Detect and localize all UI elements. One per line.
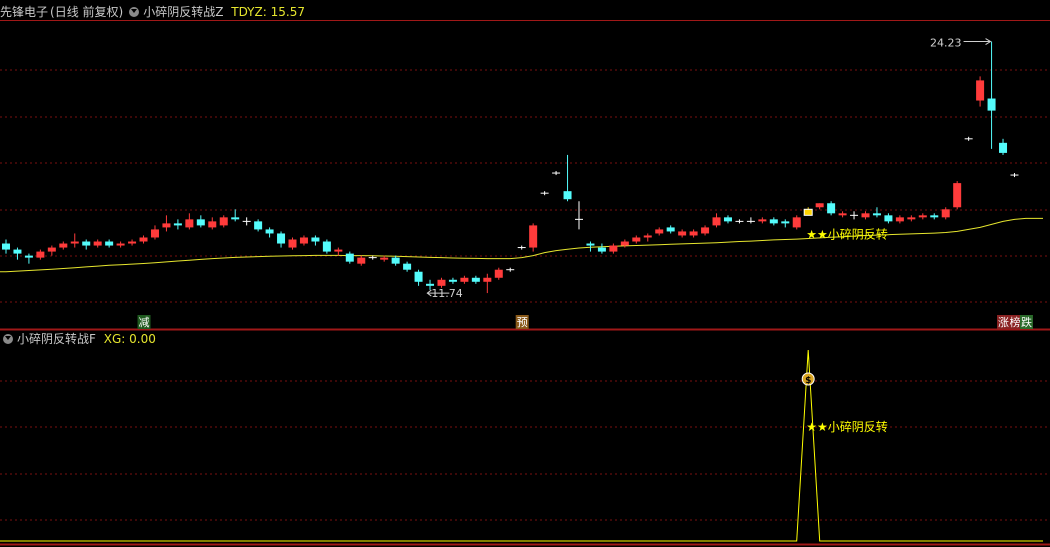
- candle-body: [185, 219, 194, 228]
- candle-body: [838, 213, 847, 216]
- candle-body: [792, 217, 801, 228]
- candle-body: [208, 221, 217, 228]
- marker-label: 榜: [1009, 315, 1020, 329]
- candle-body: [345, 253, 354, 262]
- candle-body: [391, 257, 400, 264]
- candle-body: [47, 247, 56, 252]
- candle-body: [999, 142, 1008, 153]
- candle-body: [758, 219, 767, 222]
- candle-body: [59, 243, 68, 248]
- candle-body: [299, 237, 308, 244]
- candle-body: [288, 239, 297, 248]
- candle-body: [884, 215, 893, 222]
- candle-body: [150, 229, 159, 238]
- candle-body: [655, 229, 664, 234]
- candle-body: [13, 249, 22, 254]
- candle-body: [769, 219, 778, 224]
- low-price-label: 11.74: [431, 287, 463, 300]
- candle-body: [322, 241, 331, 252]
- candle-body: [586, 243, 595, 246]
- candle-body: [70, 241, 79, 244]
- candle-body: [643, 235, 652, 238]
- candle-body: [173, 223, 182, 226]
- candle-body: [426, 283, 435, 286]
- candle-body: [82, 241, 91, 246]
- candle-body: [701, 227, 710, 234]
- candle-body: [803, 208, 813, 216]
- marker-label: 跌: [1021, 315, 1032, 329]
- candle-body: [116, 243, 125, 246]
- candle-body: [414, 271, 423, 282]
- candle-body: [494, 269, 503, 278]
- candle-body: [36, 251, 45, 258]
- high-price-label: 24.23: [930, 37, 962, 50]
- candle-body: [632, 237, 641, 242]
- marker-label: 涨: [998, 316, 1009, 329]
- candle-body: [483, 277, 492, 282]
- candle-body: [872, 213, 881, 216]
- candle-body: [895, 217, 904, 222]
- candle-body: [976, 80, 985, 101]
- candle-body: [907, 217, 916, 220]
- marker-label: 减: [139, 316, 150, 329]
- candle-body: [953, 183, 962, 208]
- candle-body: [678, 231, 687, 236]
- candle-body: [265, 229, 274, 234]
- xg-line: [0, 349, 1043, 542]
- candle-body: [162, 223, 171, 228]
- candle-body: [815, 203, 824, 208]
- candle-body: [609, 245, 618, 252]
- candle-body: [471, 277, 480, 282]
- candle-body: [620, 241, 629, 246]
- coin-icon-glyph: $: [805, 376, 811, 386]
- signal-label-main: ★★小碎阴反转: [806, 226, 888, 241]
- candle-body: [941, 209, 950, 218]
- candle-body: [448, 279, 457, 282]
- moving-average-line: [0, 217, 1043, 273]
- candle-body: [861, 213, 870, 218]
- signal-label-sub: ★★小碎阴反转: [806, 419, 888, 434]
- candle-body: [24, 255, 33, 258]
- candle-body: [2, 243, 10, 250]
- candle-body: [597, 247, 606, 252]
- candle-body: [437, 279, 446, 286]
- candle-body: [254, 221, 263, 230]
- candle-body: [277, 233, 286, 244]
- candle-body: [918, 215, 927, 218]
- candle-body: [460, 277, 469, 282]
- candle-body: [105, 241, 114, 246]
- candle-body: [219, 217, 228, 226]
- candle-body: [231, 217, 240, 220]
- candle-body: [196, 219, 205, 226]
- candle-body: [403, 263, 412, 270]
- candle-body: [93, 241, 102, 246]
- candle-body: [712, 217, 721, 226]
- candle-body: [666, 227, 675, 232]
- candle-body: [781, 221, 790, 224]
- candle-body: [311, 237, 320, 242]
- candle-body: [529, 225, 538, 248]
- candle-body: [563, 191, 572, 200]
- candle-body: [139, 237, 148, 242]
- candle-body: [689, 231, 698, 236]
- candle-body: [357, 257, 366, 264]
- candle-body: [128, 241, 137, 244]
- candle-body: [334, 249, 343, 252]
- candle-body: [930, 215, 939, 218]
- marker-label: 预: [517, 316, 528, 329]
- candle-body: [827, 203, 836, 214]
- stock-chart[interactable]: 24.2311.74★★小碎阴反转减预涨榜跌$★★小碎阴反转: [0, 0, 1050, 547]
- candle-body: [380, 257, 389, 260]
- candle-body: [723, 217, 732, 222]
- candle-body: [987, 98, 996, 111]
